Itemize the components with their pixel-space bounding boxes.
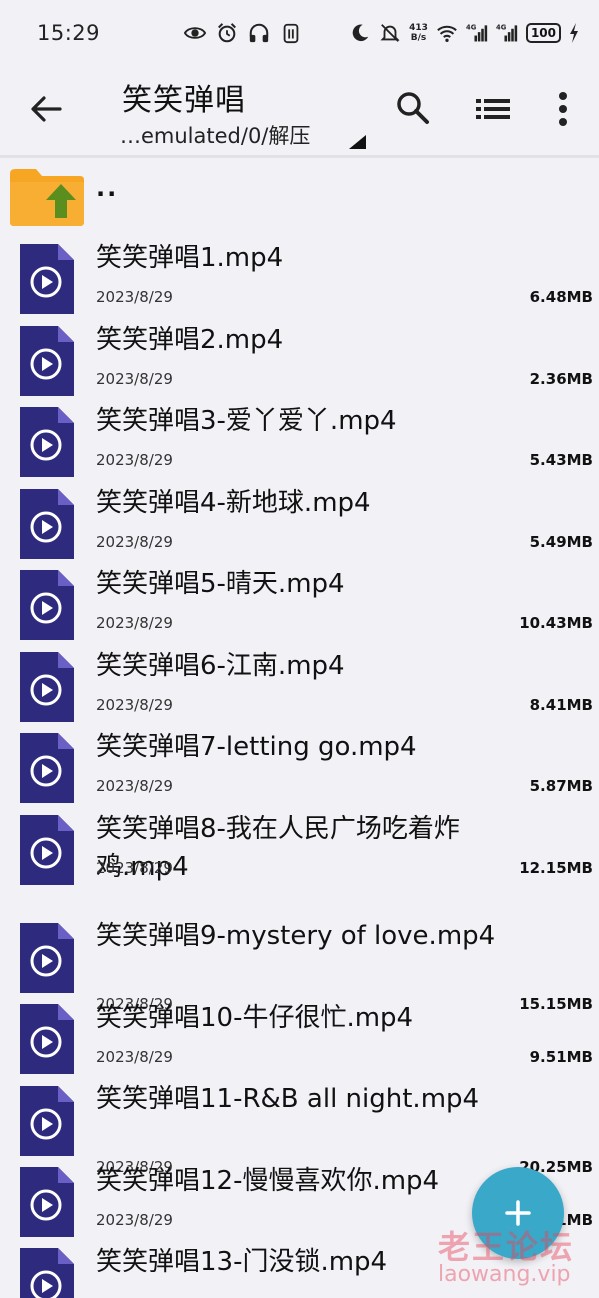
- file-date: 2023/8/29: [96, 1211, 173, 1229]
- file-size: 12.15MB: [519, 859, 593, 877]
- file-row[interactable]: 笑笑弹唱10-牛仔很忙.mp4 2023/8/29 9.51MB: [0, 994, 599, 1075]
- file-name: 笑笑弹唱2.mp4: [96, 325, 284, 355]
- watermark-url: laowang.vip: [438, 1262, 571, 1287]
- parent-folder-label: ..: [96, 174, 119, 202]
- file-date: 2023/8/29: [96, 451, 173, 469]
- page-title: 笑笑弹唱: [122, 83, 246, 118]
- net-speed-value: 413: [409, 23, 428, 33]
- file-row[interactable]: 笑笑弹唱4-新地球.mp4 2023/8/29 5.49MB: [0, 479, 599, 560]
- file-date: 2023/8/29: [96, 777, 173, 795]
- file-row[interactable]: 笑笑弹唱5-晴天.mp4 2023/8/29 10.43MB: [0, 560, 599, 642]
- video-file-icon: [20, 489, 74, 559]
- file-size: 5.49MB: [529, 533, 593, 551]
- headphones-icon: [249, 23, 269, 43]
- charging-icon: [570, 23, 578, 43]
- file-size: 5.43MB: [529, 451, 593, 469]
- more-vert-icon[interactable]: [552, 90, 574, 128]
- alarm-icon: [218, 23, 236, 43]
- file-row[interactable]: 笑笑弹唱7-letting go.mp4 2023/8/29 5.87MB: [0, 723, 599, 805]
- file-size: 9.51MB: [529, 1048, 593, 1066]
- file-name: 笑笑弹唱11-R&B all night.mp4: [96, 1084, 480, 1114]
- file-name: 笑笑弹唱7-letting go.mp4: [96, 732, 417, 762]
- path-dropdown-icon[interactable]: [349, 135, 366, 149]
- file-row[interactable]: 笑笑弹唱2.mp4 2023/8/29 2.36MB: [0, 316, 599, 397]
- video-file-icon: [20, 244, 74, 314]
- net-speed: 413 B/s: [409, 23, 428, 43]
- file-size: 5.87MB: [529, 777, 593, 795]
- video-file-icon: [20, 733, 74, 803]
- file-list: .. 笑笑弹唱1.mp4 2023/8/29 6.48MB 笑笑弹唱2.mp4 2023…: [0, 158, 599, 1298]
- file-date: 2023/8/29: [96, 696, 173, 714]
- status-right-icons: 413 B/s 4G 4G 100: [349, 22, 579, 44]
- signal1-label: 4G: [466, 24, 477, 32]
- file-date: 2023/8/29: [96, 533, 173, 551]
- video-file-icon: [20, 1004, 74, 1074]
- file-name: 笑笑弹唱5-晴天.mp4: [96, 569, 345, 599]
- moon-icon: [352, 24, 369, 42]
- signal-icon: 4G: [466, 24, 488, 42]
- search-icon[interactable]: [396, 91, 430, 125]
- file-row[interactable]: 笑笑弹唱1.mp4 2023/8/29 6.48MB: [0, 234, 599, 316]
- video-file-icon: [20, 1248, 74, 1298]
- status-left-icons: [184, 22, 302, 44]
- video-file-icon: [20, 407, 74, 477]
- file-size: 8.41MB: [529, 696, 593, 714]
- mute-icon: [380, 24, 400, 42]
- parent-folder-row[interactable]: ..: [0, 158, 599, 234]
- video-file-icon: [20, 570, 74, 640]
- folder-up-icon: [10, 169, 84, 226]
- file-date: 2023/8/29: [96, 859, 173, 877]
- path-selector[interactable]: …emulated/0/解压: [120, 120, 310, 150]
- file-row[interactable]: 笑笑弹唱8-我在人民广场吃着炸鸡.mp4 2023/8/29 12.15MB: [0, 805, 599, 912]
- status-bar: 15:29 413 B/s 4G 4G 100: [0, 0, 599, 66]
- video-file-icon: [20, 1086, 74, 1156]
- video-file-icon: [20, 923, 74, 993]
- file-date: 2023/8/29: [96, 614, 173, 632]
- video-file-icon: [20, 652, 74, 722]
- file-row[interactable]: 笑笑弹唱11-R&B all night.mp4 2023/8/29 20.25MB: [0, 1075, 599, 1176]
- file-name: 笑笑弹唱12-慢慢喜欢你.mp4: [96, 1166, 440, 1196]
- eye-icon: [184, 27, 207, 39]
- file-row[interactable]: 笑笑弹唱6-江南.mp4 2023/8/29 8.41MB: [0, 642, 599, 723]
- file-row[interactable]: 笑笑弹唱3-爱丫爱丫.mp4 2023/8/29 5.43MB: [0, 397, 599, 479]
- list-view-icon[interactable]: [476, 94, 510, 124]
- back-arrow-icon[interactable]: [28, 91, 64, 127]
- signal2-label: 4G: [496, 24, 507, 32]
- file-name: 笑笑弹唱1.mp4: [96, 243, 284, 273]
- file-row[interactable]: 笑笑弹唱9-mystery of love.mp4 2023/8/29 15.15M…: [0, 912, 599, 1013]
- video-file-icon: [20, 326, 74, 396]
- wifi-icon: [437, 25, 457, 42]
- file-date: 2023/8/29: [96, 288, 173, 306]
- file-date: 2023/8/29: [96, 1048, 173, 1066]
- file-name: 笑笑弹唱4-新地球.mp4: [96, 488, 371, 518]
- file-name: 笑笑弹唱9-mystery of love.mp4: [96, 921, 496, 951]
- sim-icon: [283, 23, 299, 44]
- file-date: 2023/8/29: [96, 370, 173, 388]
- app-bar: 笑笑弹唱 …emulated/0/解压: [0, 66, 599, 156]
- battery-indicator: 100: [525, 23, 561, 43]
- signal-icon: 4G: [496, 24, 518, 42]
- video-file-icon: [20, 1167, 74, 1237]
- file-size: 10.43MB: [519, 614, 593, 632]
- net-speed-unit: B/s: [410, 33, 427, 43]
- file-size: 2.36MB: [529, 370, 593, 388]
- file-name: 笑笑弹唱6-江南.mp4: [96, 651, 345, 681]
- status-time: 15:29: [37, 21, 101, 45]
- video-file-icon: [20, 815, 74, 885]
- file-size: 6.48MB: [529, 288, 593, 306]
- file-name: 笑笑弹唱10-牛仔很忙.mp4: [96, 1003, 414, 1033]
- file-name: 笑笑弹唱3-爱丫爱丫.mp4: [96, 406, 397, 436]
